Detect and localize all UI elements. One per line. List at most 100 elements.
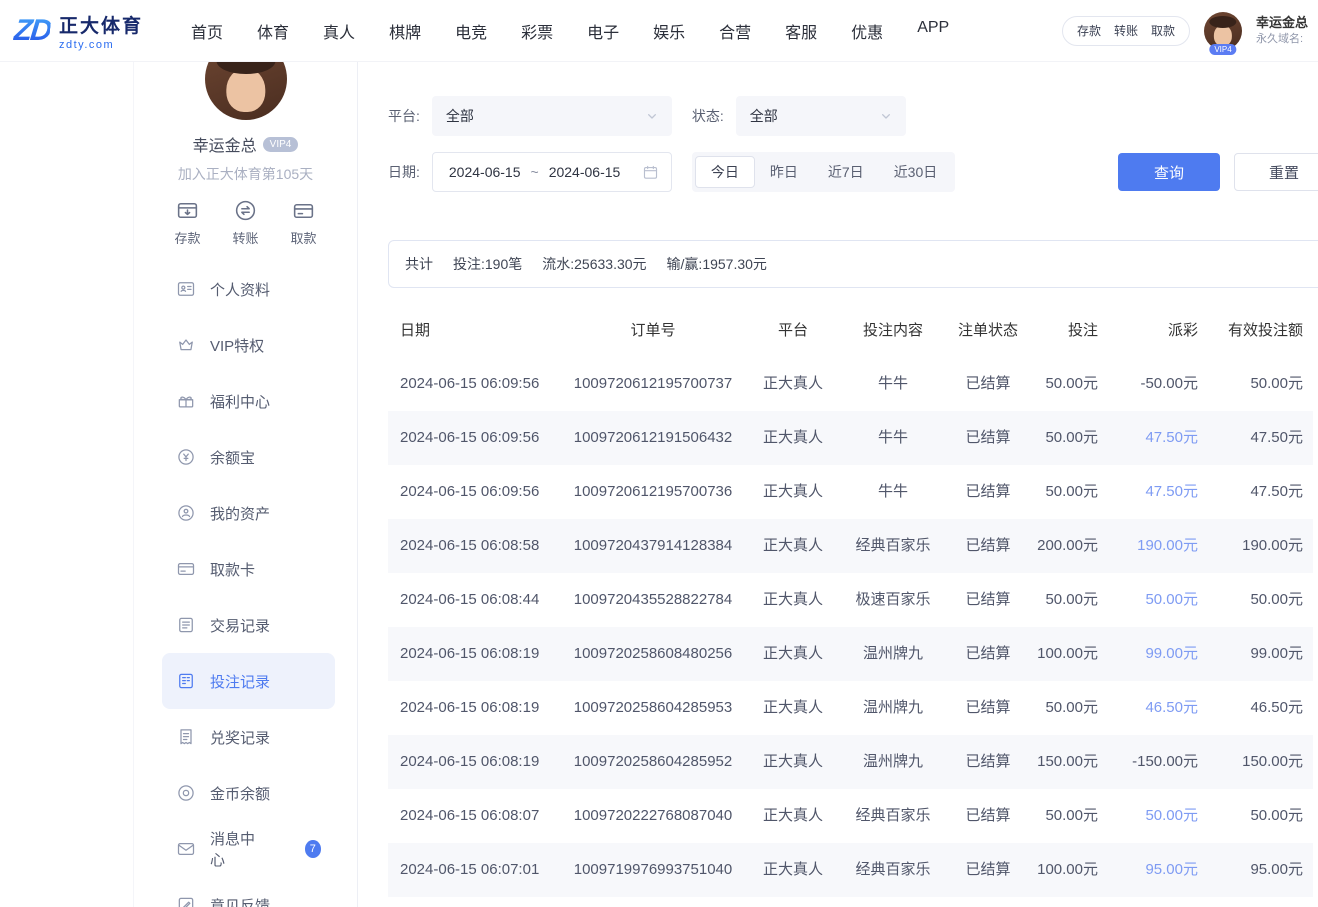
date-quick-ranges: 今日昨日近7日近30日: [692, 152, 955, 192]
query-button[interactable]: 查询: [1118, 153, 1220, 191]
platform-select[interactable]: 全部: [432, 96, 672, 136]
cell-payout: 47.50元: [1108, 465, 1208, 519]
column-header-7: 有效投注额: [1208, 304, 1313, 358]
sidebar-item-transactions[interactable]: 交易记录: [162, 597, 335, 653]
table-header: 日期订单号平台投注内容注单状态投注派彩有效投注额: [388, 305, 1313, 357]
wallet-link-withdraw[interactable]: 取款: [1151, 22, 1175, 39]
cell-platform: 正大真人: [743, 843, 843, 897]
chevron-down-icon: [644, 108, 660, 124]
cell-platform: 正大真人: [743, 627, 843, 681]
profile-name-row: 幸运金总 VIP4: [193, 132, 299, 156]
range-yesterday[interactable]: 昨日: [755, 156, 813, 188]
column-header-2: 平台: [743, 304, 843, 358]
permanent-domain-note: 永久域名:: [1256, 32, 1308, 47]
wallet-link-transfer[interactable]: 转账: [1114, 22, 1138, 39]
transfer-icon: [233, 198, 258, 223]
cell-content: 经典百家乐: [843, 789, 943, 843]
sidebar-item-welfare[interactable]: 福利中心: [162, 373, 335, 429]
sidebar-item-label: VIP特权: [210, 335, 264, 356]
column-header-4: 注单状态: [943, 304, 1033, 358]
cell-date: 2024-06-15 06:08:19: [388, 681, 563, 735]
sidebar-item-label: 福利中心: [210, 391, 270, 412]
nav-item-entertainment[interactable]: 娱乐: [653, 19, 685, 43]
filters-row-2: 日期: 2024-06-15 ~ 2024-06-15 今日昨日近7日近30日 …: [388, 152, 1318, 192]
user-name: 幸运金总: [1256, 14, 1308, 32]
cell-platform: 正大真人: [743, 519, 843, 573]
profile-vip-badge: VIP4: [263, 137, 299, 152]
sidebar-item-coin-balance[interactable]: 金币余额: [162, 765, 335, 821]
sidebar-item-label: 消息中心: [210, 828, 265, 870]
range-last30[interactable]: 近30日: [879, 156, 953, 188]
nav-item-service[interactable]: 客服: [785, 19, 817, 43]
sidebar-item-prize-records[interactable]: 兑奖记录: [162, 709, 335, 765]
nav-item-slots[interactable]: 电子: [587, 19, 619, 43]
cell-bet: 100.00元: [1033, 843, 1108, 897]
nav-item-live[interactable]: 真人: [323, 19, 355, 43]
range-last7[interactable]: 近7日: [813, 156, 879, 188]
nav-item-home[interactable]: 首页: [191, 19, 223, 43]
calendar-icon: [642, 164, 659, 181]
cell-status: 已结算: [943, 789, 1033, 843]
nav-item-app[interactable]: APP: [917, 19, 949, 43]
sidebar-menu: 个人资料VIP特权福利中心余额宝我的资产取款卡交易记录投注记录兑奖记录金币余额消…: [134, 261, 357, 907]
cell-status: 已结算: [943, 681, 1033, 735]
brand-name: 正大体育: [59, 11, 143, 38]
table-row: 2024-06-15 06:08:191009720258604285953正大…: [388, 681, 1313, 735]
cell-payout: -150.00元: [1108, 735, 1208, 789]
brand-domain: zdty.com: [59, 39, 143, 51]
summary-total-bets: 投注:190笔: [453, 254, 522, 274]
wallet-link-deposit[interactable]: 存款: [1077, 22, 1101, 39]
nav-item-lottery[interactable]: 彩票: [521, 19, 553, 43]
topbar-user-area: 存款转账取款 VIP4 幸运金总 永久域名:: [1062, 12, 1308, 50]
cell-valid: 190.00元: [1208, 519, 1313, 573]
sidebar-item-label: 个人资料: [210, 279, 270, 300]
sidebar-item-feedback[interactable]: 意见反馈: [162, 877, 335, 907]
cell-bet: 50.00元: [1033, 573, 1108, 627]
quick-action-transfer[interactable]: 转账: [232, 198, 258, 247]
brand-logo[interactable]: ZD 正大体育 zdty.com: [14, 11, 143, 51]
nav-item-esports[interactable]: 电竞: [455, 19, 487, 43]
sidebar-item-yuebao[interactable]: 余额宝: [162, 429, 335, 485]
sidebar-item-withdraw-card[interactable]: 取款卡: [162, 541, 335, 597]
cell-status: 已结算: [943, 357, 1033, 411]
sidebar: 幸运金总 VIP4 加入正大体育第105天 存款转账取款 个人资料 VIP特权福利…: [133, 62, 358, 907]
quick-action-deposit[interactable]: 存款: [174, 198, 200, 247]
cell-valid: 50.00元: [1208, 357, 1313, 411]
sidebar-item-profile[interactable]: 个人资料: [162, 261, 335, 317]
date-range-picker[interactable]: 2024-06-15 ~ 2024-06-15: [432, 152, 672, 192]
table-row: 2024-06-15 06:08:191009720258604285952正大…: [388, 735, 1313, 789]
nav-item-promos[interactable]: 优惠: [851, 19, 883, 43]
main-content: 平台: 全部 状态: 全部 日期: 2024-06-15 ~ 2024-06-1…: [358, 62, 1318, 907]
user-info: 幸运金总 永久域名:: [1256, 14, 1308, 46]
cell-date: 2024-06-15 06:07:01: [388, 843, 563, 897]
cell-order: 1009720612195700737: [563, 357, 743, 411]
nav-item-chess[interactable]: 棋牌: [389, 19, 421, 43]
platform-filter-label: 平台:: [388, 106, 420, 126]
sidebar-item-label: 我的资产: [210, 503, 270, 524]
id-card-icon: [176, 279, 196, 299]
coin-icon: [176, 783, 196, 803]
quick-action-withdraw[interactable]: 取款: [291, 198, 317, 247]
reset-button[interactable]: 重置: [1234, 153, 1318, 191]
range-today[interactable]: 今日: [695, 156, 755, 188]
cell-order: 1009720222768087040: [563, 789, 743, 843]
sidebar-item-vip[interactable]: VIP特权: [162, 317, 335, 373]
status-select[interactable]: 全部: [736, 96, 906, 136]
nav-item-partner[interactable]: 合营: [719, 19, 751, 43]
sidebar-item-assets[interactable]: 我的资产: [162, 485, 335, 541]
table-body: 2024-06-15 06:09:561009720612195700737正大…: [388, 357, 1313, 897]
profile-card: 幸运金总 VIP4 加入正大体育第105天 存款转账取款: [134, 62, 357, 247]
sidebar-item-messages[interactable]: 消息中心7: [162, 821, 335, 877]
cell-content: 牛牛: [843, 465, 943, 519]
cell-payout: 95.00元: [1108, 843, 1208, 897]
table-row: 2024-06-15 06:08:441009720435528822784正大…: [388, 573, 1313, 627]
cell-payout: 190.00元: [1108, 519, 1208, 573]
bank-card-icon: [176, 559, 196, 579]
cell-payout: 99.00元: [1108, 627, 1208, 681]
cell-payout: 47.50元: [1108, 411, 1208, 465]
sidebar-item-bet-records[interactable]: 投注记录: [162, 653, 335, 709]
cell-valid: 47.50元: [1208, 411, 1313, 465]
nav-item-sports[interactable]: 体育: [257, 19, 289, 43]
brand-text: 正大体育 zdty.com: [59, 11, 143, 51]
cell-platform: 正大真人: [743, 357, 843, 411]
